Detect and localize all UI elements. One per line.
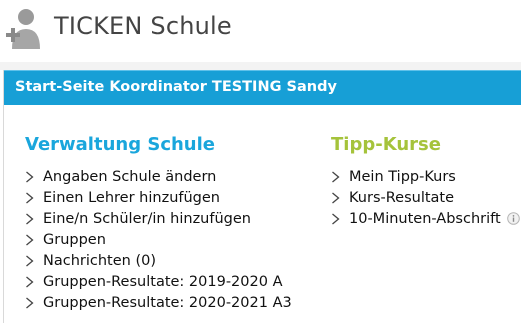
chevron-right-icon xyxy=(26,171,34,182)
chevron-right-icon xyxy=(26,192,34,203)
panel-title: Start-Seite Koordinator TESTING Sandy xyxy=(15,79,337,95)
info-icon[interactable] xyxy=(506,212,520,225)
top-divider xyxy=(0,62,521,70)
app-title: TICKEN Schule xyxy=(54,12,232,40)
menu-item-kurs-resultate[interactable]: Kurs-Resultate xyxy=(331,187,520,208)
chevron-right-icon xyxy=(26,276,34,287)
user-add-icon xyxy=(6,9,40,49)
app-header: TICKEN Schule xyxy=(0,0,521,62)
menu-item-label: Kurs-Resultate xyxy=(349,189,455,206)
menu-item-label: Angaben Schule ändern xyxy=(43,168,217,185)
chevron-right-icon xyxy=(26,255,34,266)
menu-item-label: Mein Tipp-Kurs xyxy=(349,168,456,185)
menu-item-gruppen-resultate-2020[interactable]: Gruppen-Resultate: 2020-2021 A3 xyxy=(25,292,292,313)
menu-item-lehrer-hinzufuegen[interactable]: Einen Lehrer hinzufügen xyxy=(25,187,292,208)
section-title: Tipp-Kurse xyxy=(331,134,441,155)
verwaltung-schule-section: Verwaltung Schule Angaben Schule ändern … xyxy=(25,134,292,313)
chevron-right-icon xyxy=(332,171,340,182)
menu-item-mein-tipp-kurs[interactable]: Mein Tipp-Kurs xyxy=(331,166,520,187)
menu-item-gruppen[interactable]: Gruppen xyxy=(25,229,292,250)
menu-item-10-minuten-abschrift[interactable]: 10-Minuten-Abschrift xyxy=(331,208,520,229)
chevron-right-icon xyxy=(26,213,34,224)
menu-item-gruppen-resultate-2019[interactable]: Gruppen-Resultate: 2019-2020 A xyxy=(25,271,292,292)
section-title: Verwaltung Schule xyxy=(25,134,216,155)
menu-item-label: Eine/n Schüler/in hinzufügen xyxy=(43,210,251,227)
menu-item-label: Gruppen xyxy=(43,231,106,248)
menu-item-schueler-hinzufuegen[interactable]: Eine/n Schüler/in hinzufügen xyxy=(25,208,292,229)
chevron-right-icon xyxy=(332,213,340,224)
chevron-right-icon xyxy=(26,297,34,308)
menu-item-nachrichten[interactable]: Nachrichten (0) xyxy=(25,250,292,271)
menu-item-label: Nachrichten (0) xyxy=(43,252,156,269)
tipp-kurse-menu: Mein Tipp-Kurs Kurs-Resultate 10-Minuten… xyxy=(331,166,520,229)
chevron-right-icon xyxy=(332,192,340,203)
verwaltung-menu: Angaben Schule ändern Einen Lehrer hinzu… xyxy=(25,166,292,313)
menu-item-label: Gruppen-Resultate: 2019-2020 A xyxy=(43,273,283,290)
menu-item-label: Einen Lehrer hinzufügen xyxy=(43,189,220,206)
menu-item-label: 10-Minuten-Abschrift xyxy=(349,210,501,227)
start-panel: Start-Seite Koordinator TESTING Sandy Ve… xyxy=(3,70,521,323)
menu-item-label: Gruppen-Resultate: 2020-2021 A3 xyxy=(43,294,292,311)
panel-header: Start-Seite Koordinator TESTING Sandy xyxy=(4,70,521,105)
tipp-kurse-section: Tipp-Kurse Mein Tipp-Kurs Kurs-Resultate… xyxy=(331,134,520,229)
menu-item-angaben-schule[interactable]: Angaben Schule ändern xyxy=(25,166,292,187)
chevron-right-icon xyxy=(26,234,34,245)
